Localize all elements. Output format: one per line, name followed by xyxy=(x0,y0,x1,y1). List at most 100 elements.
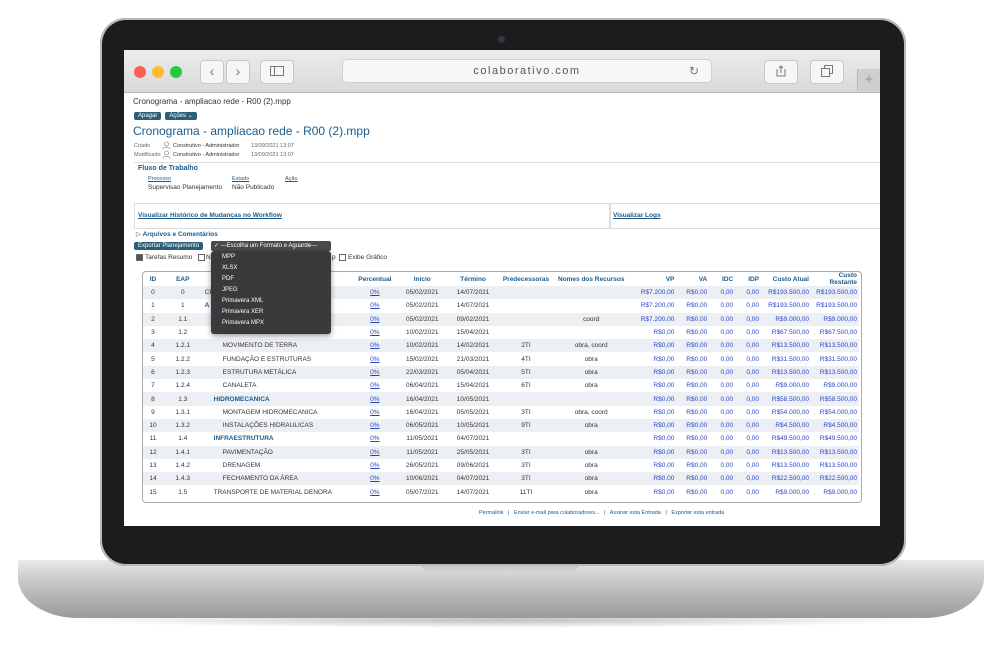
task-percent[interactable]: 0% xyxy=(352,312,398,326)
task-percent[interactable]: 0% xyxy=(352,472,398,486)
task-pv: R$0,00 xyxy=(629,365,677,380)
task-predecessors: 9TI xyxy=(498,418,553,433)
task-resources: obra xyxy=(584,462,598,469)
task-percent[interactable]: 0% xyxy=(352,339,398,353)
tabs-overview-icon[interactable] xyxy=(810,60,844,84)
show-chart-checkbox[interactable] xyxy=(339,254,346,261)
column-header[interactable]: IDP xyxy=(735,272,761,286)
task-actual-cost: R$13.500,00 xyxy=(761,445,811,459)
table-row[interactable]: 14 1.4.3 FECHAMENTO DA ÁREA 0% 10/06/2021 04/… xyxy=(143,472,859,486)
column-header[interactable]: Custo Restante xyxy=(811,272,859,286)
table-row[interactable]: 11 1.4 INFRAESTRUTURA 0% 11/05/2021 04/07/202… xyxy=(143,432,859,445)
table-row[interactable]: 12 1.4.1 PAVIMENTAÇÃO 0% 11/05/2021 25/05/202… xyxy=(143,445,859,459)
table-row[interactable]: 4 1.2.1 MOVIMENTO DE TERRA 0% 10/02/2021 14/0… xyxy=(143,339,859,353)
close-window-button[interactable] xyxy=(134,66,146,78)
summary-tasks-checkbox[interactable] xyxy=(136,254,143,261)
table-row[interactable]: 10 1.3.2 INSTALAÇÕES HIDRAULICAS 0% 06/05/20… xyxy=(143,418,859,433)
url-bar[interactable]: colaborativo.com ↻ xyxy=(342,59,712,83)
subscribe-link[interactable]: Assinar esta Entrada xyxy=(610,510,661,516)
table-row[interactable]: 7 1.2.4 CANALETA 0% 06/04/2021 15/04/2021 6TI o… xyxy=(143,379,859,392)
table-row[interactable]: 9 1.3.1 MONTAGEM HIDROMECANICA 0% 16/04/2021… xyxy=(143,406,859,419)
format-option-pdf[interactable]: PDF xyxy=(222,276,234,282)
task-percent[interactable]: 0% xyxy=(352,379,397,392)
task-ev: R$0,00 xyxy=(676,392,710,406)
column-header[interactable]: IDC xyxy=(709,272,735,286)
task-name: FUNDAÇÃO E ESTRUTURAS xyxy=(222,355,312,363)
forward-icon[interactable]: › xyxy=(226,60,250,84)
reload-icon[interactable]: ↻ xyxy=(689,60,699,82)
workflow-col-action[interactable]: Ação xyxy=(285,176,298,182)
export-plan-button[interactable]: Exportar Planejamento xyxy=(134,242,204,250)
sidebar-icon[interactable] xyxy=(260,60,294,84)
task-finish: 14/07/2021 xyxy=(456,302,490,310)
table-row[interactable]: 15 1.5 TRANSPORTE DE MATERIAL DENORA 0% 05/0… xyxy=(143,485,859,498)
workflow-col-state[interactable]: Estado xyxy=(232,176,249,182)
task-cpi: 0,00 xyxy=(709,312,736,326)
minimize-window-button[interactable] xyxy=(152,66,164,78)
task-percent[interactable]: 0% xyxy=(352,418,398,433)
task-percent[interactable]: 0% xyxy=(352,286,398,300)
format-option-primavera-xml[interactable]: Primavera XML xyxy=(222,298,263,304)
history-link[interactable]: Visualizar Histórico de Mudanças no Work… xyxy=(138,212,282,219)
permalink-link[interactable]: Permalink xyxy=(479,510,503,516)
format-option-mpp[interactable]: MPP xyxy=(222,254,235,260)
back-icon[interactable]: ‹ xyxy=(200,60,224,84)
task-spi: 0,00 xyxy=(735,312,762,326)
export-entry-link[interactable]: Exportar esta entrada xyxy=(671,510,724,516)
column-header[interactable]: Predecessoras xyxy=(499,272,553,286)
task-percent[interactable]: 0% xyxy=(352,326,397,339)
task-start: 05/02/2021 xyxy=(405,302,439,310)
task-finish: 09/06/2021 xyxy=(456,462,490,469)
task-predecessors xyxy=(499,299,553,312)
task-wbs: 1.4.1 xyxy=(162,445,203,459)
task-id: 14 xyxy=(143,472,163,486)
logs-link[interactable]: Visualizar Logs xyxy=(613,212,661,219)
column-header[interactable]: Término xyxy=(447,272,499,286)
task-ev: R$0,00 xyxy=(676,312,710,326)
task-percent[interactable]: 0% xyxy=(352,299,397,312)
task-start: 05/02/2021 xyxy=(397,286,448,300)
format-option-primavera-xer[interactable]: Primavera XER xyxy=(222,309,263,315)
task-finish: 15/04/2021 xyxy=(456,329,490,337)
column-header[interactable]: VA xyxy=(676,272,709,286)
actions-button[interactable]: Ações ⌄ xyxy=(165,112,197,120)
option-label-partial: N xyxy=(206,254,211,261)
task-start: 10/06/2021 xyxy=(397,472,448,486)
task-percent[interactable]: 0% xyxy=(352,485,397,498)
task-predecessors: 3TI xyxy=(498,472,553,486)
option-checkbox[interactable] xyxy=(198,254,205,261)
task-predecessors: 3TI xyxy=(498,445,553,459)
column-header[interactable]: EAP xyxy=(163,272,203,286)
task-percent[interactable]: 0% xyxy=(352,445,398,459)
attachments-toggle[interactable]: ▷ Arquivos e Comentários xyxy=(136,230,218,238)
task-actual-cost: R$13.500,00 xyxy=(761,339,811,353)
workflow-process-value: Supervisao Planejamento xyxy=(148,184,223,191)
format-option-primavera-mpx[interactable]: Primavera MPX xyxy=(222,320,264,326)
table-row[interactable]: 6 1.2.3 ESTRUTURA METÁLICA 0% 22/03/2021 05/0… xyxy=(143,365,859,380)
new-tab-icon[interactable]: + xyxy=(857,69,880,91)
task-percent[interactable]: 0% xyxy=(352,365,398,380)
task-percent[interactable]: 0% xyxy=(352,352,397,365)
workflow-col-process[interactable]: Processo xyxy=(148,176,171,182)
email-collaborators-link[interactable]: Enviar e-mail para colaboradores... xyxy=(514,510,600,516)
table-row[interactable]: 5 1.2.2 FUNDAÇÃO E ESTRUTURAS 0% 15/02/2021 2… xyxy=(143,352,859,365)
format-option-jpeg[interactable]: JPEG xyxy=(222,287,238,293)
format-option-xlsx[interactable]: XLSX xyxy=(222,265,237,271)
column-header[interactable]: ID xyxy=(143,272,163,286)
export-format-select[interactable]: ✓ ---Escolha um Formato e Aguarde--- xyxy=(211,241,331,251)
delete-button[interactable]: Apagar xyxy=(134,112,162,120)
task-wbs: 1.2.3 xyxy=(162,365,203,380)
share-icon[interactable] xyxy=(764,60,798,84)
maximize-window-button[interactable] xyxy=(170,66,182,78)
table-row[interactable]: 8 1.3 HIDROMECANICA 0% 16/04/2021 10/05/2021 R… xyxy=(143,392,859,406)
task-percent[interactable]: 0% xyxy=(352,459,397,472)
task-percent[interactable]: 0% xyxy=(352,406,397,419)
table-row[interactable]: 13 1.4.2 DRENAGEM 0% 26/05/2021 09/06/2021 3TI… xyxy=(143,459,859,472)
column-header[interactable]: Percentual xyxy=(352,272,397,286)
column-header[interactable]: VP xyxy=(629,272,676,286)
task-percent[interactable]: 0% xyxy=(352,432,397,445)
column-header[interactable]: Custo Atual xyxy=(761,272,811,286)
task-percent[interactable]: 0% xyxy=(352,392,398,406)
column-header[interactable]: Nomes dos Recursos xyxy=(553,272,630,286)
column-header[interactable]: Início xyxy=(397,272,447,286)
